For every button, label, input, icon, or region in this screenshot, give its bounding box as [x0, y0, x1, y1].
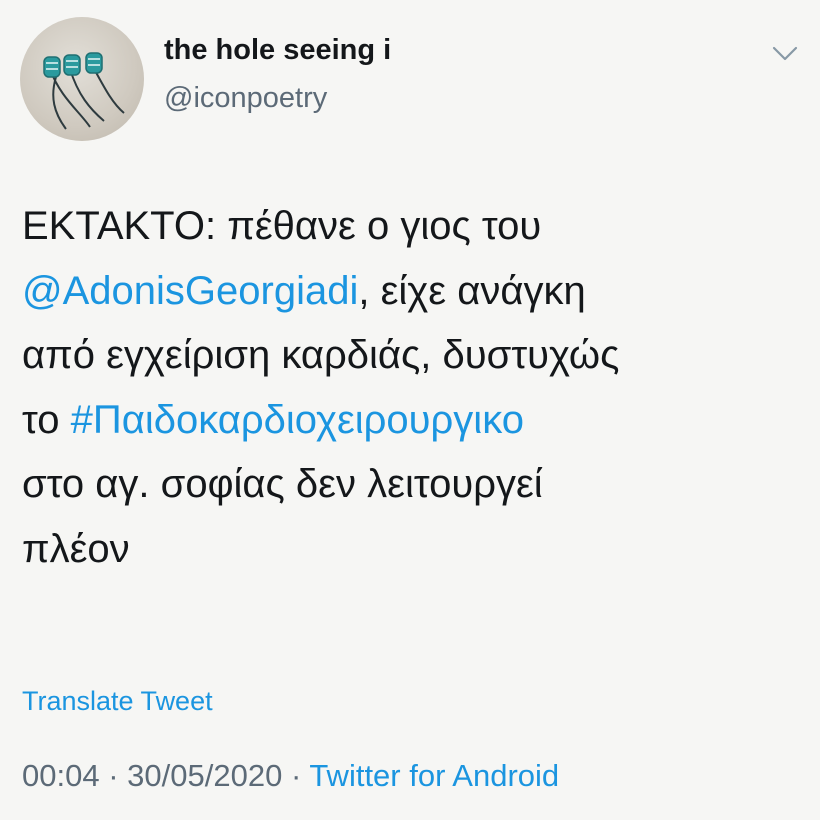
tweet-text: ΕΚΤΑΚΤΟ: πέθανε ο γιος του @AdonisGeorgi…: [22, 194, 802, 581]
tweet-line: πλέον: [22, 517, 802, 582]
mention-link[interactable]: @AdonisGeorgiadi: [22, 269, 358, 313]
tweet-line: @AdonisGeorgiadi, είχε ανάγκη: [22, 259, 802, 324]
tweet-line: από εγχείριση καρδιάς, δυστυχώς: [22, 323, 802, 388]
tweet-text-segment: στο αγ. σοφίας δεν λειτουργεί: [22, 462, 543, 506]
tweet-date[interactable]: 30/05/2020: [127, 758, 282, 793]
tweet-source-link[interactable]: Twitter for Android: [309, 758, 559, 793]
tweet-time[interactable]: 00:04: [22, 758, 100, 793]
tweet-line: το #Παιδοκαρδιοχειρουργικο: [22, 388, 802, 453]
meta-separator: ·: [290, 758, 302, 793]
tweet-line: στο αγ. σοφίας δεν λειτουργεί: [22, 452, 802, 517]
translate-tweet-link[interactable]: Translate Tweet: [22, 686, 213, 717]
chevron-down-icon[interactable]: [770, 40, 800, 66]
hashtag-link[interactable]: #Παιδοκαρδιοχειρουργικο: [71, 398, 524, 442]
tweet-meta: 00:04 · 30/05/2020 · Twitter for Android: [22, 758, 559, 794]
user-handle[interactable]: @iconpoetry: [164, 82, 327, 115]
avatar-image: [43, 52, 125, 130]
meta-separator: ·: [108, 758, 119, 793]
avatar[interactable]: [20, 17, 144, 141]
tweet-text-segment: το: [22, 397, 71, 442]
tweet-text-segment: , είχε ανάγκη: [358, 268, 586, 313]
tweet-text-segment: πλέον: [22, 526, 130, 571]
tweet-line: ΕΚΤΑΚΤΟ: πέθανε ο γιος του: [22, 194, 802, 259]
tweet-text-segment: από εγχείριση καρδιάς, δυστυχώς: [22, 333, 620, 377]
display-name[interactable]: the hole seeing i: [164, 34, 391, 67]
tweet-text-segment: ΕΚΤΑΚΤΟ: πέθανε ο γιος του: [22, 204, 542, 248]
